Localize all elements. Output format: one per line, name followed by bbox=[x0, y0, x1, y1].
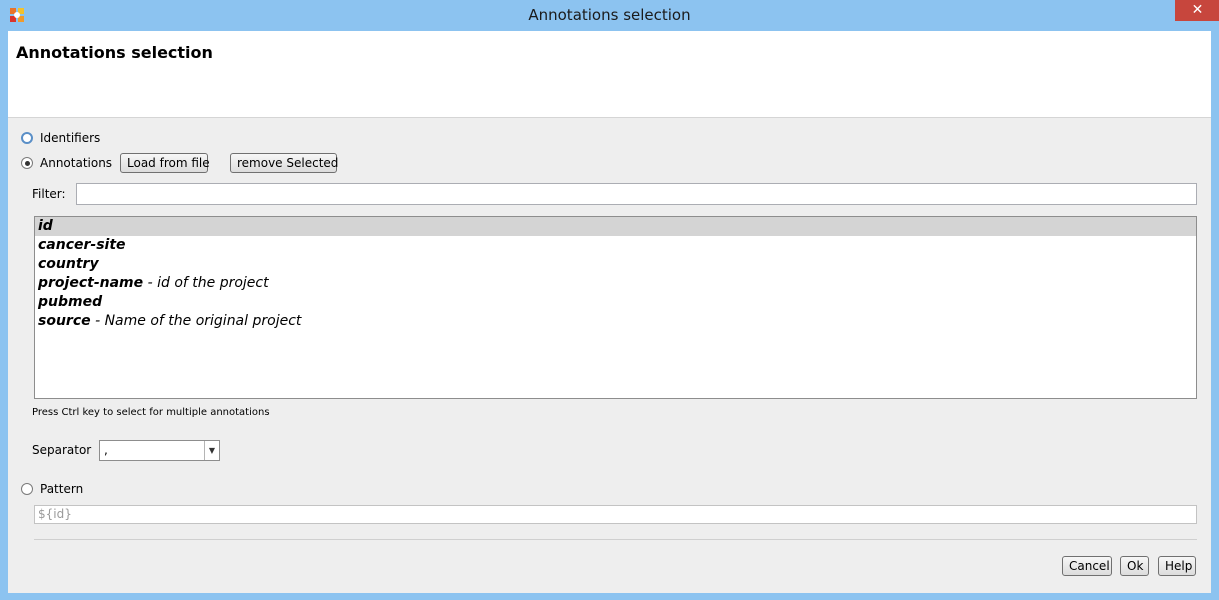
list-item[interactable]: country bbox=[35, 255, 1196, 274]
cancel-button[interactable]: Cancel bbox=[1062, 556, 1112, 576]
annotations-label: Annotations bbox=[40, 156, 113, 170]
separator-select[interactable]: , ▼ bbox=[99, 440, 220, 461]
load-from-file-button[interactable]: Load from file bbox=[120, 153, 210, 173]
annotations-radio[interactable] bbox=[21, 157, 33, 169]
multi-select-hint: Press Ctrl key to select for multiple an… bbox=[32, 407, 270, 418]
remove-selected-button[interactable]: remove Selected bbox=[230, 153, 338, 173]
close-icon: ✕ bbox=[1191, 2, 1204, 18]
dialog-window: Annotations selection ✕ Annotations sele… bbox=[0, 0, 1219, 600]
annotations-list[interactable]: id cancer-site country project-name - id… bbox=[34, 216, 1197, 399]
pattern-label: Pattern bbox=[40, 482, 84, 496]
filter-label: Filter: bbox=[32, 187, 66, 201]
annotation-key: source bbox=[38, 313, 91, 329]
separator-value: , bbox=[104, 443, 108, 457]
divider bbox=[34, 539, 1197, 540]
list-item[interactable]: id bbox=[35, 217, 1196, 236]
annotation-desc: - Name of the original project bbox=[90, 313, 302, 329]
dialog-content: Annotations selection Identifiers Annota… bbox=[8, 31, 1211, 593]
pattern-radio[interactable] bbox=[21, 483, 33, 495]
list-item[interactable]: project-name - id of the project bbox=[35, 274, 1196, 293]
filter-input[interactable] bbox=[76, 183, 1197, 205]
title-bar[interactable]: Annotations selection ✕ bbox=[0, 0, 1219, 31]
annotation-key: country bbox=[38, 256, 99, 272]
help-button[interactable]: Help bbox=[1158, 556, 1196, 576]
header-panel: Annotations selection bbox=[8, 31, 1211, 118]
annotation-desc: - id of the project bbox=[143, 275, 269, 291]
window-title: Annotations selection bbox=[528, 6, 691, 24]
annotation-key: project-name bbox=[38, 275, 144, 291]
list-item[interactable]: pubmed bbox=[35, 293, 1196, 312]
close-button[interactable]: ✕ bbox=[1175, 0, 1219, 21]
identifiers-radio[interactable] bbox=[21, 132, 33, 144]
annotation-key: id bbox=[38, 218, 53, 234]
annotation-key: cancer-site bbox=[38, 237, 126, 253]
chevron-down-icon[interactable]: ▼ bbox=[204, 441, 219, 460]
list-item[interactable]: cancer-site bbox=[35, 236, 1196, 255]
separator-label: Separator bbox=[32, 443, 92, 457]
ok-button[interactable]: Ok bbox=[1120, 556, 1149, 576]
page-title: Annotations selection bbox=[16, 43, 213, 62]
annotation-key: pubmed bbox=[38, 294, 103, 310]
identifiers-label: Identifiers bbox=[40, 131, 101, 145]
pattern-input[interactable]: ${id} bbox=[34, 505, 1197, 524]
list-item[interactable]: source - Name of the original project bbox=[35, 312, 1196, 331]
